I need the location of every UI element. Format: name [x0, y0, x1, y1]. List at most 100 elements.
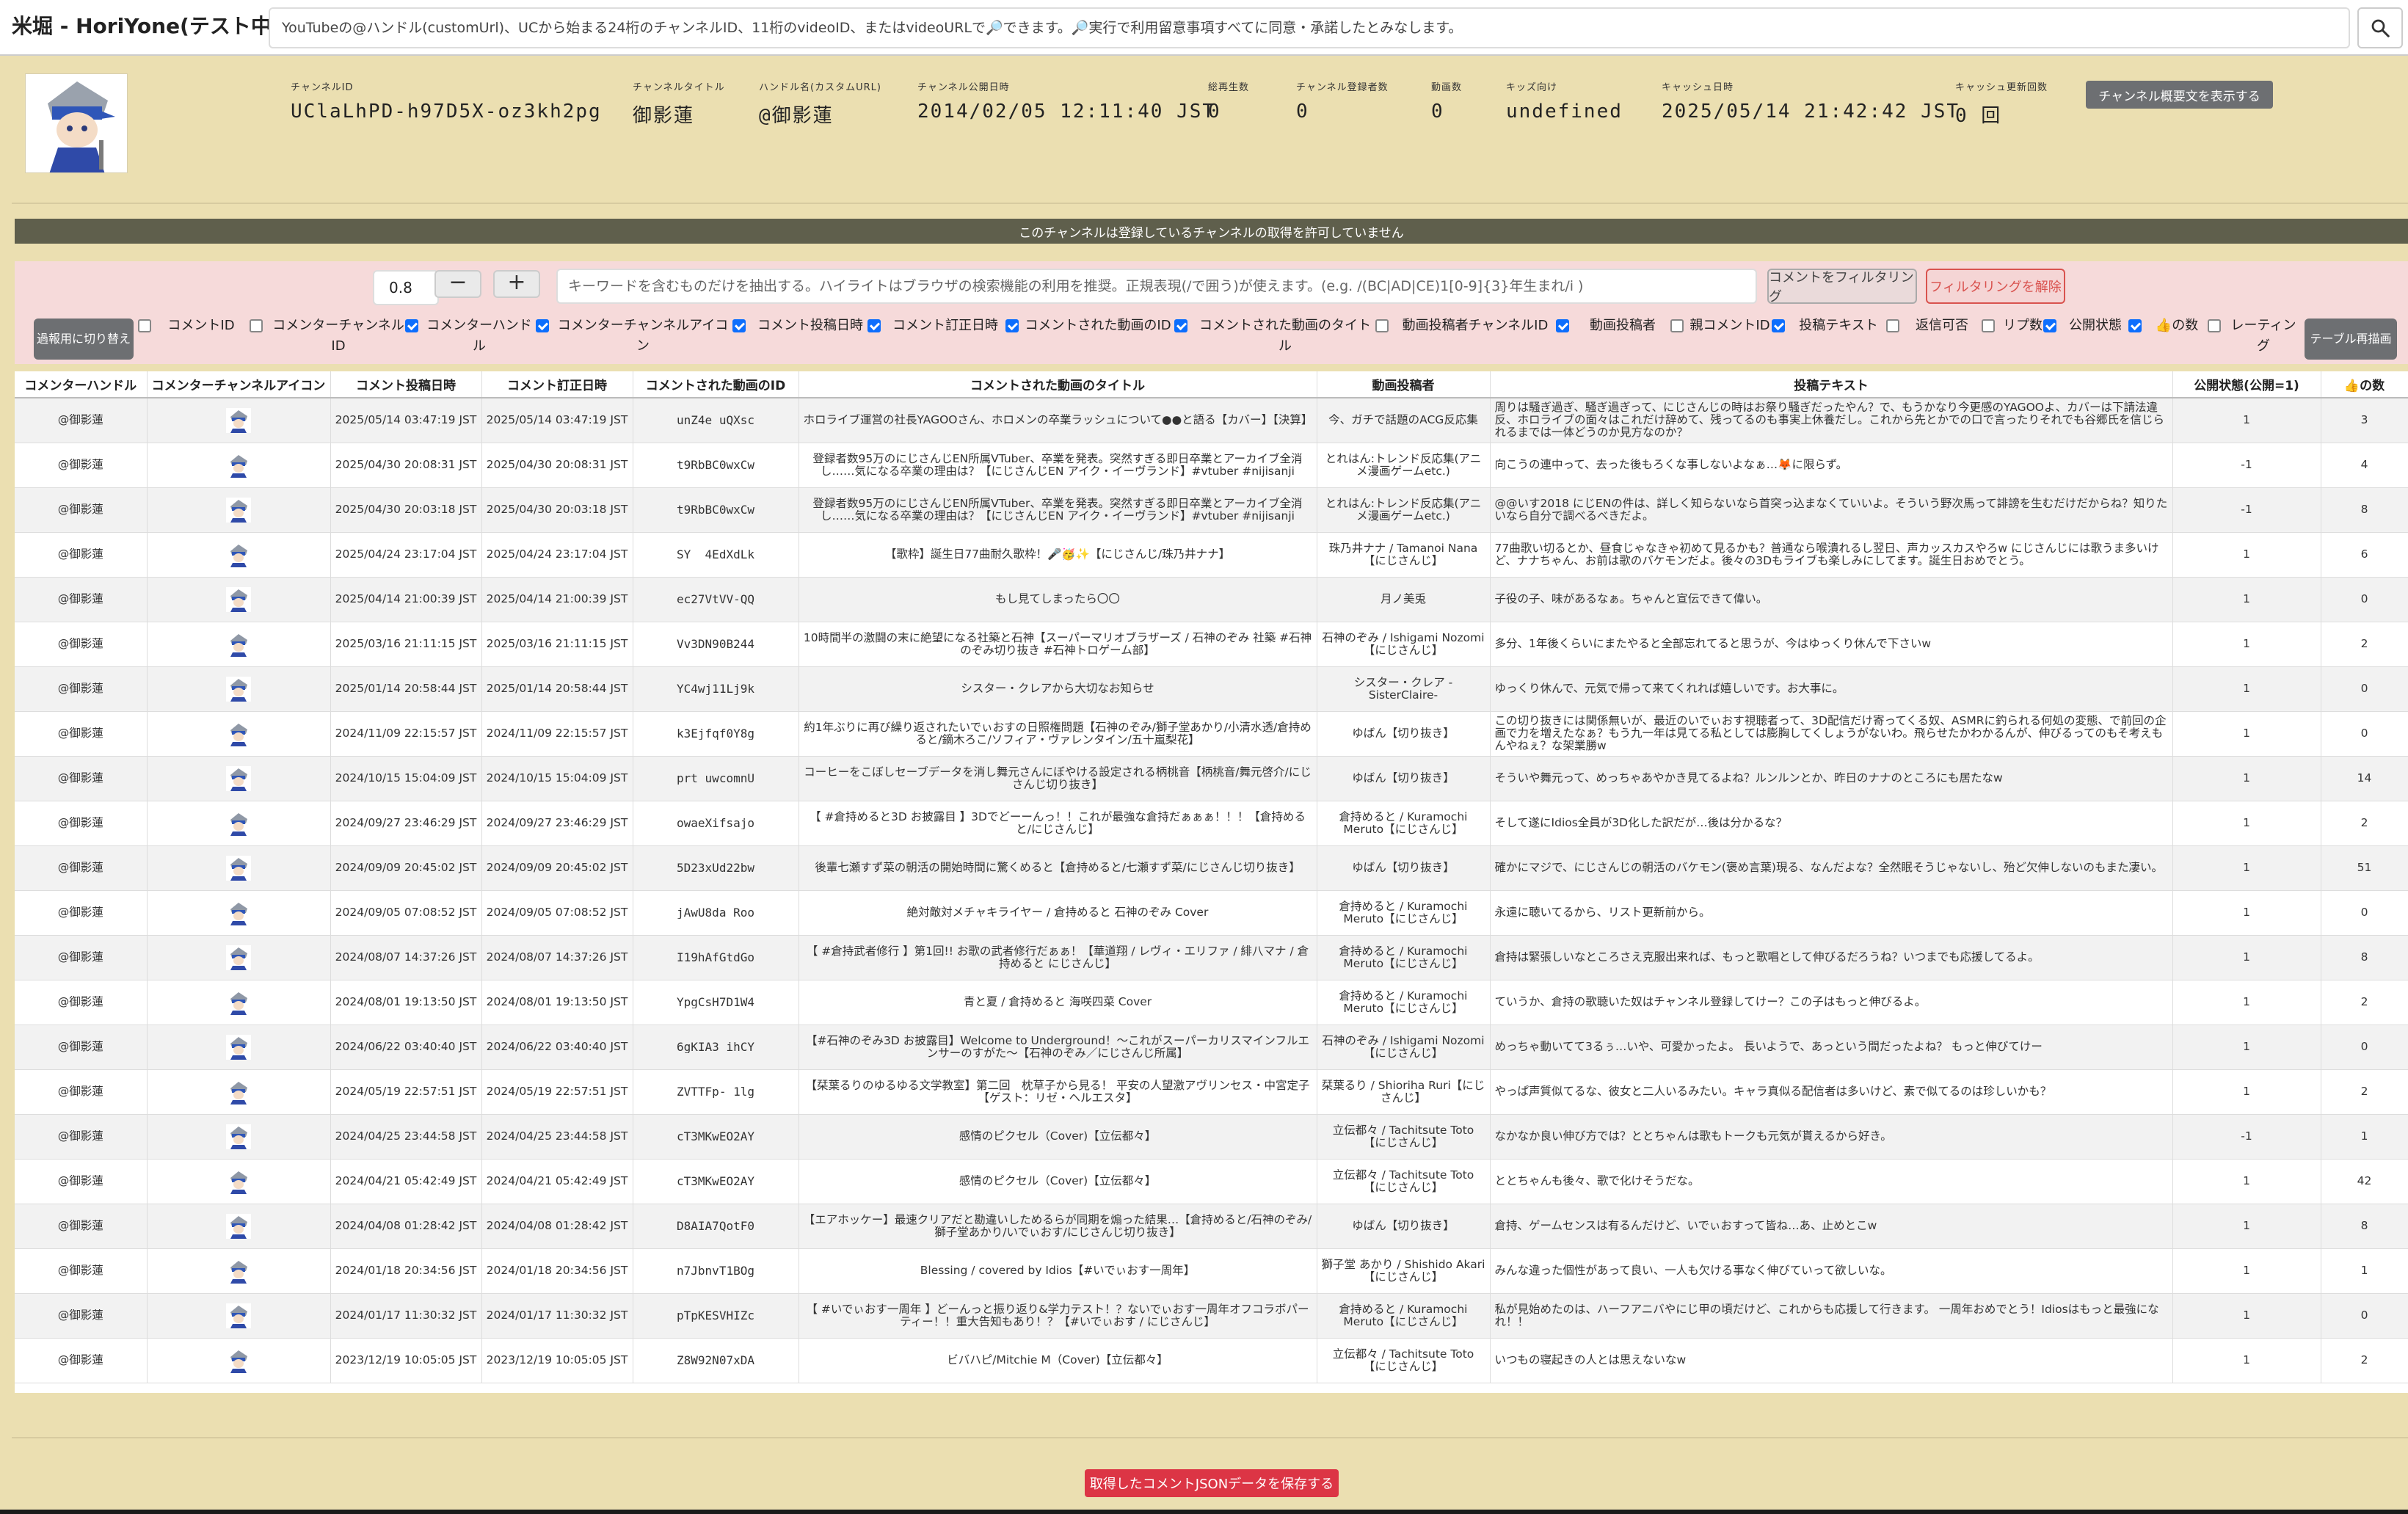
column-toggle-checkbox[interactable]: レーティング: [2208, 316, 2300, 357]
checkbox-unchecked-icon[interactable]: [250, 319, 263, 332]
video-id-cell[interactable]: cT3MKwEO2AY: [633, 1114, 799, 1160]
column-toggle-checkbox[interactable]: 動画投稿者チャンネルID: [1375, 316, 1556, 336]
increment-button[interactable]: +: [493, 270, 540, 298]
table-row[interactable]: @御影蓮 2024/01/17 11:30:32 JST 2024/01/17 11…: [15, 1293, 2408, 1339]
save-json-button[interactable]: 取得したコメントJSONデータを保存する: [1085, 1469, 1339, 1497]
video-id-cell[interactable]: n7JbnvT1BOg: [633, 1248, 799, 1294]
checkbox-checked-icon[interactable]: [536, 319, 549, 332]
table-row[interactable]: @御影蓮 2023/12/19 10:05:05 JST 2023/12/19 10…: [15, 1338, 2408, 1383]
toggle-mode-button[interactable]: 過報用に切り替え: [34, 319, 134, 360]
checkbox-checked-icon[interactable]: [867, 319, 881, 332]
video-title-cell[interactable]: 【栞葉るりのゆるゆる文学教室】第二回 枕草子から見る！ 平安の人望激アヴリンセス…: [799, 1069, 1317, 1115]
table-row[interactable]: @御影蓮 2025/04/30 20:08:31 JST 2025/04/30 20…: [15, 443, 2408, 488]
table-row[interactable]: @御影蓮 2024/04/25 23:44:58 JST 2024/04/25 23…: [15, 1114, 2408, 1160]
search-input[interactable]: YouTubeの@ハンドル(customUrl)、UCから始まる24桁のチャンネ…: [269, 7, 2350, 48]
keyword-filter-input[interactable]: キーワードを含むものだけを抽出する。ハイライトはブラウザの検索機能の利用を推奨。…: [556, 269, 1757, 304]
video-title-cell[interactable]: コーヒーをこぼしセーブデータを消し舞元さんにぼやける設定される柄桃音【柄桃音/舞…: [799, 756, 1317, 801]
video-title-cell[interactable]: 感情のピクセル（Cover)【立伝都々】: [799, 1159, 1317, 1204]
video-id-cell[interactable]: D8AIA7QotF0: [633, 1204, 799, 1249]
video-id-cell[interactable]: cT3MKwEO2AY: [633, 1159, 799, 1204]
column-header[interactable]: コメンターハンドル: [15, 371, 148, 398]
video-title-cell[interactable]: 後輩七瀬すず菜の朝活の開始時間に驚くめると【倉持めると/七瀬すず菜/にじさんじ切…: [799, 845, 1317, 891]
table-row[interactable]: @御影蓮 2024/04/21 05:42:49 JST 2024/04/21 05…: [15, 1159, 2408, 1204]
column-header[interactable]: コメンターチャンネルアイコン: [147, 371, 331, 398]
video-id-cell[interactable]: t9RbBC0wxCw: [633, 487, 799, 533]
video-id-cell[interactable]: I19hAfGtdGo: [633, 935, 799, 980]
video-id-cell[interactable]: YpgCsH7D1W4: [633, 980, 799, 1025]
column-header[interactable]: 公開状態(公開=1): [2172, 371, 2321, 398]
video-title-cell[interactable]: 【 #倉持めると3D お披露目 】3Dでどーーんっ！！これが最強な倉持だぁぁぁ！…: [799, 801, 1317, 846]
column-toggle-checkbox[interactable]: コメント投稿日時: [732, 316, 869, 336]
column-toggle-checkbox[interactable]: 動画投稿者: [1556, 316, 1670, 336]
video-id-cell[interactable]: 5D23xUd22bw: [633, 845, 799, 891]
checkbox-checked-icon[interactable]: [1772, 319, 1785, 332]
clear-filter-button[interactable]: フィルタリングを解除: [1926, 269, 2065, 304]
table-row[interactable]: @御影蓮 2024/04/08 01:28:42 JST 2024/04/08 01…: [15, 1204, 2408, 1249]
table-row[interactable]: @御影蓮 2025/05/14 03:47:19 JST 2025/05/14 03…: [15, 398, 2408, 443]
redraw-table-button[interactable]: テーブル再描画: [2305, 319, 2397, 360]
checkbox-checked-icon[interactable]: [732, 319, 746, 332]
video-title-cell[interactable]: 【 #いでぃおす一周年 】どーんっと振り返り&学力テスト！？ないでぃおす一周年オ…: [799, 1293, 1317, 1339]
video-id-cell[interactable]: ZVTTFp-_1lg: [633, 1069, 799, 1115]
column-header[interactable]: コメント訂正日時: [481, 371, 633, 398]
table-row[interactable]: @御影蓮 2024/06/22 03:40:40 JST 2024/06/22 03…: [15, 1025, 2408, 1070]
column-header[interactable]: 投稿テキスト: [1490, 371, 2173, 398]
table-row[interactable]: @御影蓮 2024/10/15 15:04:09 JST 2024/10/15 15…: [15, 756, 2408, 801]
app-title[interactable]: 米堀 - HoriYone(テスト中): [12, 10, 281, 40]
video-title-cell[interactable]: もし見てしまったら〇〇: [799, 577, 1317, 622]
column-toggle-checkbox[interactable]: コメントされた動画のタイトル: [1174, 316, 1377, 357]
table-row[interactable]: @御影蓮 2024/09/27 23:46:29 JST 2024/09/27 23…: [15, 801, 2408, 846]
table-row[interactable]: @御影蓮 2024/01/18 20:34:56 JST 2024/01/18 20…: [15, 1248, 2408, 1294]
column-toggle-checkbox[interactable]: 親コメントID: [1670, 316, 1770, 336]
video-id-cell[interactable]: pTpKESVHIZc: [633, 1293, 799, 1339]
checkbox-unchecked-icon[interactable]: [1670, 319, 1684, 332]
video-id-cell[interactable]: SY__4EdXdLk: [633, 532, 799, 578]
checkbox-unchecked-icon[interactable]: [1982, 319, 1995, 332]
column-toggle-checkbox[interactable]: コメンターチャンネルアイコン: [536, 316, 731, 357]
column-toggle-checkbox[interactable]: 公開状態: [2043, 316, 2128, 336]
checkbox-unchecked-icon[interactable]: [1375, 319, 1389, 332]
table-row[interactable]: @御影蓮 2024/11/09 22:15:57 JST 2024/11/09 22…: [15, 711, 2408, 757]
video-title-cell[interactable]: ビバハピ/Mitchie M（Cover)【立伝都々】: [799, 1338, 1317, 1383]
video-id-cell[interactable]: prt_uwcomnU: [633, 756, 799, 801]
video-title-cell[interactable]: 【 #倉持武者修行 】第1回!! お歌の武者修行だぁぁ！【華道翔 / レヴィ・エ…: [799, 935, 1317, 980]
column-toggle-checkbox[interactable]: コメンターチャンネルID: [250, 316, 408, 357]
column-toggle-checkbox[interactable]: 返信可否: [1886, 316, 1979, 336]
show-description-button[interactable]: チャンネル概要文を表示する: [2086, 81, 2273, 109]
column-header[interactable]: 動画投稿者: [1317, 371, 1491, 398]
video-id-cell[interactable]: owaeXifsajo: [633, 801, 799, 846]
video-id-cell[interactable]: t9RbBC0wxCw: [633, 443, 799, 488]
checkbox-checked-icon[interactable]: [2128, 319, 2142, 332]
column-header[interactable]: 👍の数: [2321, 371, 2408, 398]
video-title-cell[interactable]: ホロライブ運営の社長YAGOOさん、ホロメンの卒業ラッシュについて●●と語る【カ…: [799, 398, 1317, 443]
column-toggle-checkbox[interactable]: 投稿テキスト: [1772, 316, 1886, 336]
checkbox-checked-icon[interactable]: [1556, 319, 1569, 332]
table-row[interactable]: @御影蓮 2025/03/16 21:11:15 JST 2025/03/16 21…: [15, 622, 2408, 667]
video-title-cell[interactable]: シスター・クレアから大切なお知らせ: [799, 666, 1317, 712]
checkbox-checked-icon[interactable]: [1005, 319, 1019, 332]
column-toggle-checkbox[interactable]: コメント訂正日時: [867, 316, 1004, 336]
table-row[interactable]: @御影蓮 2024/08/01 19:13:50 JST 2024/08/01 19…: [15, 980, 2408, 1025]
video-id-cell[interactable]: 6gKIA3_ihCY: [633, 1025, 799, 1070]
checkbox-checked-icon[interactable]: [405, 319, 418, 332]
table-row[interactable]: @御影蓮 2025/01/14 20:58:44 JST 2025/01/14 20…: [15, 666, 2408, 712]
table-row[interactable]: @御影蓮 2024/08/07 14:37:26 JST 2024/08/07 14…: [15, 935, 2408, 980]
video-title-cell[interactable]: 登録者数95万のにじさんじEN所属VTuber、卒業を発表。突然すぎる即日卒業と…: [799, 443, 1317, 488]
video-title-cell[interactable]: 【歌枠】誕生日77曲耐久歌枠！🎤🥳✨【にじさんじ/珠乃井ナナ】: [799, 532, 1317, 578]
video-id-cell[interactable]: Z8W92N07xDA: [633, 1338, 799, 1383]
video-title-cell[interactable]: Blessing / covered by Idios【#いでぃおす一周年】: [799, 1248, 1317, 1294]
checkbox-checked-icon[interactable]: [2043, 319, 2056, 332]
column-toggle-checkbox[interactable]: 👍の数: [2128, 316, 2206, 336]
checkbox-unchecked-icon[interactable]: [138, 319, 151, 332]
video-title-cell[interactable]: 【エアホッケー】最速クリアだと勘違いしためるらが同期を煽った結果…【倉持めると/…: [799, 1204, 1317, 1249]
checkbox-unchecked-icon[interactable]: [1886, 319, 1899, 332]
column-header[interactable]: コメントされた動画のタイトル: [799, 371, 1317, 398]
column-toggle-checkbox[interactable]: コメントされた動画のID: [1005, 316, 1171, 336]
search-button[interactable]: [2357, 7, 2403, 48]
column-toggle-checkbox[interactable]: リプ数: [1982, 316, 2045, 336]
video-title-cell[interactable]: 登録者数95万のにじさんじEN所属VTuber、卒業を発表。突然すぎる即日卒業と…: [799, 487, 1317, 533]
decrement-button[interactable]: −: [434, 270, 481, 298]
table-row[interactable]: @御影蓮 2025/04/24 23:17:04 JST 2025/04/24 23…: [15, 532, 2408, 578]
column-header[interactable]: コメントされた動画のID: [633, 371, 799, 398]
video-title-cell[interactable]: 約1年ぶりに再び繰り返されたいでぃおすの日照権問題【石神のぞみ/獅子堂あかり/小…: [799, 711, 1317, 757]
